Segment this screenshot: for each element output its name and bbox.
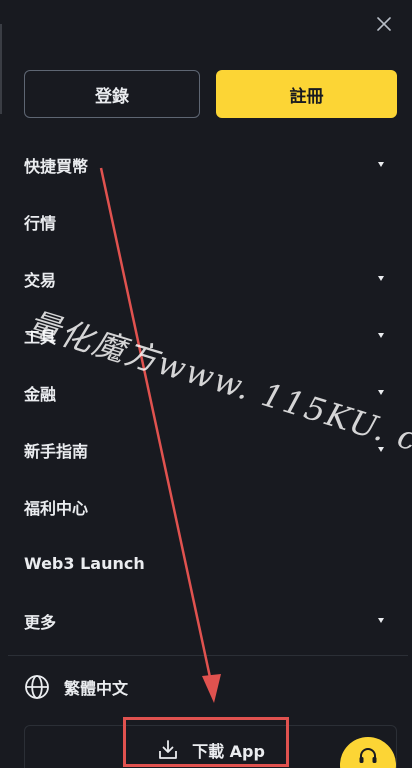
menu-item-finance[interactable]: 金融 <box>0 364 412 421</box>
chevron-down-icon <box>378 447 384 452</box>
menu-item-more[interactable]: 更多 <box>0 592 412 649</box>
menu-item-label: 快捷買幣 <box>24 156 89 176</box>
chevron-down-icon <box>378 333 384 338</box>
menu-item-quick-buy[interactable]: 快捷買幣 <box>0 136 412 193</box>
menu-item-label: 金融 <box>24 384 57 404</box>
menu-item-label: 福利中心 <box>24 498 89 518</box>
nav-menu: 快捷買幣 行情 交易 工具 金融 新手指南 福利中心 Web3 Launch 更… <box>0 136 412 649</box>
login-button[interactable]: 登錄 <box>24 70 200 118</box>
language-label: 繁體中文 <box>64 679 129 698</box>
menu-item-label: 新手指南 <box>24 441 89 461</box>
menu-item-markets[interactable]: 行情 <box>0 193 412 250</box>
download-icon <box>159 740 177 759</box>
edge-divider <box>0 24 2 114</box>
chevron-down-icon <box>378 618 384 623</box>
register-button[interactable]: 註冊 <box>216 70 397 118</box>
chevron-down-icon <box>378 162 384 167</box>
menu-drawer: 登錄 註冊 快捷買幣 行情 交易 工具 金融 新手指南 福利中心 Web3 La… <box>0 0 412 768</box>
chevron-down-icon <box>378 276 384 281</box>
auth-buttons: 登錄 註冊 <box>24 70 397 118</box>
headset-icon <box>359 748 377 763</box>
language-selector[interactable]: 繁體中文 <box>24 672 128 702</box>
close-icon <box>377 17 391 31</box>
menu-item-label: 行情 <box>24 213 57 233</box>
menu-item-label: Web3 Launch <box>24 554 145 573</box>
menu-item-trade[interactable]: 交易 <box>0 250 412 307</box>
section-divider <box>8 655 408 656</box>
menu-item-beginner-guide[interactable]: 新手指南 <box>0 421 412 478</box>
close-button[interactable] <box>372 12 396 36</box>
download-label: 下載 App <box>192 742 265 761</box>
menu-item-tools[interactable]: 工具 <box>0 307 412 364</box>
globe-icon <box>25 675 49 699</box>
menu-item-rewards-center[interactable]: 福利中心 <box>0 478 412 535</box>
menu-item-label: 更多 <box>24 612 57 632</box>
menu-item-web3-launch[interactable]: Web3 Launch <box>0 535 412 592</box>
chevron-down-icon <box>378 390 384 395</box>
menu-item-label: 工具 <box>24 327 57 347</box>
menu-item-label: 交易 <box>24 270 57 290</box>
